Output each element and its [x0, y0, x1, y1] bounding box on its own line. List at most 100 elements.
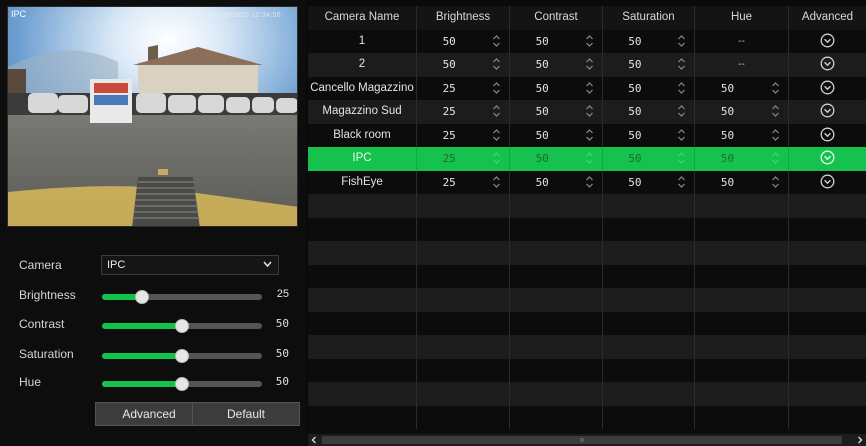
- empty-cell: [308, 382, 417, 406]
- spinner-arrows-icon[interactable]: [492, 151, 501, 165]
- spinner-arrows-icon[interactable]: [492, 128, 501, 142]
- spinner-arrows-icon[interactable]: [585, 34, 594, 48]
- cell-saturation-value: 50: [628, 175, 642, 189]
- spinner-arrows-icon[interactable]: [677, 104, 686, 118]
- cell-contrast-value: 50: [535, 128, 549, 142]
- contrast-slider[interactable]: [102, 319, 262, 333]
- spinner-arrows-icon[interactable]: [585, 128, 594, 142]
- empty-row: [308, 241, 866, 265]
- cell-advanced[interactable]: [789, 77, 866, 101]
- chevron-circle-down-icon[interactable]: [820, 174, 835, 189]
- camera-preview-image: [8, 7, 297, 226]
- chevron-right-icon[interactable]: [854, 434, 866, 446]
- spinner-arrows-icon[interactable]: [492, 57, 501, 71]
- cell-contrast: 50: [510, 123, 603, 147]
- empty-cell: [308, 264, 417, 288]
- spinner-arrows-icon[interactable]: [677, 128, 686, 142]
- spinner-arrows-icon[interactable]: [677, 81, 686, 95]
- chevron-circle-down-icon[interactable]: [820, 56, 835, 71]
- table-row[interactable]: Cancello Magazzino 25 50 50 50: [308, 76, 866, 101]
- spinner-arrows-icon[interactable]: [677, 34, 686, 48]
- chevron-circle-down-icon[interactable]: [820, 127, 835, 142]
- saturation-label: Saturation: [19, 347, 74, 361]
- table-row[interactable]: 2 50 50 50 --: [308, 53, 866, 77]
- chevron-circle-down-icon[interactable]: [820, 150, 835, 165]
- empty-cell: [603, 358, 695, 382]
- preview-timestamp: 25/05/2020 12:34:56: [211, 12, 281, 19]
- empty-row: [308, 382, 866, 406]
- empty-row: [308, 405, 866, 429]
- column-header-camera-name: Camera Name: [308, 6, 417, 30]
- saturation-slider[interactable]: [102, 349, 262, 363]
- hue-slider[interactable]: [102, 377, 262, 391]
- contrast-slider-knob[interactable]: [175, 319, 189, 333]
- cell-brightness-value: 25: [442, 152, 456, 165]
- cell-saturation-value: 50: [628, 34, 642, 48]
- spinner-arrows-icon[interactable]: [492, 104, 501, 118]
- spinner-arrows-icon[interactable]: [492, 81, 501, 95]
- hue-row: Hue 50: [19, 372, 299, 392]
- spinner-arrows-icon[interactable]: [492, 34, 501, 48]
- cell-advanced[interactable]: [789, 53, 866, 77]
- empty-cell: [510, 358, 603, 382]
- brightness-slider[interactable]: [102, 290, 262, 304]
- cell-advanced[interactable]: [789, 30, 866, 54]
- cell-hue-value: 50: [720, 175, 735, 189]
- spinner-arrows-icon[interactable]: [771, 81, 780, 95]
- advanced-button[interactable]: Advanced: [95, 402, 203, 426]
- spinner-arrows-icon[interactable]: [771, 104, 780, 118]
- chevron-left-icon[interactable]: [308, 434, 320, 446]
- cell-hue: --: [695, 53, 789, 77]
- spinner-arrows-icon[interactable]: [585, 175, 594, 189]
- empty-cell: [789, 312, 866, 336]
- cell-saturation-value: 50: [628, 81, 642, 95]
- spinner-arrows-icon[interactable]: [677, 57, 686, 71]
- empty-row: [308, 264, 866, 288]
- contrast-row: Contrast 50: [19, 314, 299, 334]
- chevron-circle-down-icon[interactable]: [820, 33, 835, 48]
- chevron-circle-down-icon[interactable]: [820, 80, 835, 95]
- spinner-arrows-icon[interactable]: [771, 151, 780, 165]
- chevron-circle-down-icon[interactable]: [820, 103, 835, 118]
- empty-cell: [695, 311, 789, 335]
- table-row[interactable]: IPC 25 50 50 50: [308, 147, 866, 171]
- spinner-arrows-icon[interactable]: [677, 175, 686, 189]
- table-row[interactable]: FishEye 25 50 50 50: [308, 170, 866, 195]
- cell-saturation-value: 50: [628, 128, 642, 142]
- left-panel: IPC 25/05/2020 12:34:56 Camera IPC Brigh…: [0, 0, 306, 446]
- cell-advanced[interactable]: [789, 147, 866, 171]
- cell-advanced[interactable]: [789, 124, 866, 148]
- spinner-arrows-icon[interactable]: [771, 128, 780, 142]
- brightness-slider-knob[interactable]: [135, 290, 149, 304]
- camera-select-value: IPC: [107, 259, 126, 271]
- table-row[interactable]: Magazzino Sud 25 50 50 50: [308, 100, 866, 124]
- cell-saturation: 50: [603, 170, 695, 194]
- spinner-arrows-icon[interactable]: [677, 151, 686, 165]
- cell-saturation-value: 50: [628, 58, 642, 71]
- spinner-arrows-icon[interactable]: [585, 57, 594, 71]
- empty-cell: [603, 311, 695, 335]
- cell-saturation-value: 50: [628, 105, 642, 118]
- empty-cell: [510, 194, 603, 218]
- empty-cell: [695, 335, 789, 359]
- empty-cell: [695, 358, 789, 382]
- spinner-arrows-icon[interactable]: [492, 175, 501, 189]
- default-button[interactable]: Default: [192, 402, 300, 426]
- hue-slider-knob[interactable]: [175, 377, 189, 391]
- cell-brightness: 25: [417, 123, 510, 147]
- camera-select[interactable]: IPC: [101, 255, 279, 275]
- cell-advanced[interactable]: [789, 100, 866, 124]
- spinner-arrows-icon[interactable]: [585, 104, 594, 118]
- saturation-slider-knob[interactable]: [175, 349, 189, 363]
- table-row[interactable]: Black room 25 50 50 50: [308, 123, 866, 148]
- contrast-slider-fill: [102, 323, 182, 329]
- spinner-arrows-icon[interactable]: [585, 151, 594, 165]
- saturation-value: 50: [275, 347, 289, 360]
- empty-cell: [417, 405, 510, 429]
- spinner-arrows-icon[interactable]: [585, 81, 594, 95]
- empty-row: [308, 358, 866, 382]
- horizontal-scrollbar[interactable]: [308, 434, 866, 446]
- table-row[interactable]: 1 50 50 50 --: [308, 29, 866, 54]
- cell-advanced[interactable]: [789, 171, 866, 195]
- spinner-arrows-icon[interactable]: [771, 175, 780, 189]
